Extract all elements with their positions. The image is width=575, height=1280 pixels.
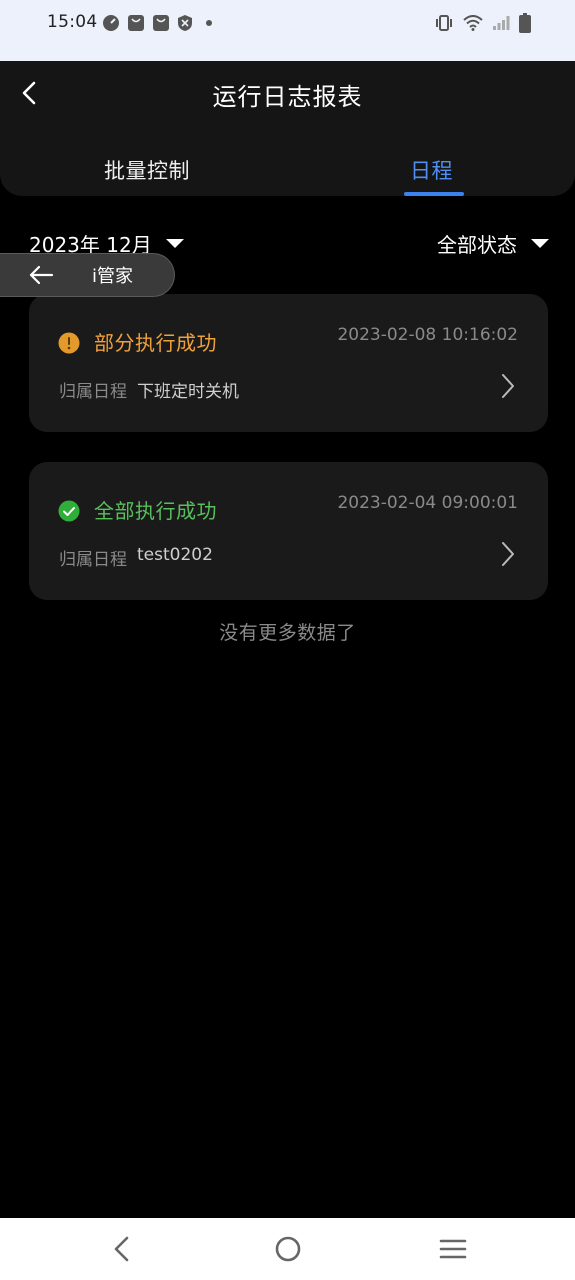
warning-icon	[58, 332, 80, 354]
assistant-back-pill[interactable]: i管家	[0, 253, 175, 297]
caret-down-icon	[531, 239, 549, 248]
more-notifications-dot	[206, 20, 212, 26]
assistant-label: i管家	[92, 266, 134, 287]
screen: 15:04 运行日志报表 批量控制 日程 2023年 12月 全部状态 部分执行…	[0, 0, 575, 1280]
caret-down-icon	[165, 239, 184, 248]
log-card[interactable]: 全部执行成功 2023-02-04 09:00:01 归属日程 test0202	[29, 462, 548, 600]
page-title: 运行日志报表	[212, 83, 363, 111]
chevron-right-icon	[502, 542, 514, 566]
schedule-label: 归属日程	[59, 550, 127, 570]
bag-icon	[128, 15, 144, 31]
arrow-left-icon	[29, 265, 54, 285]
log-timestamp: 2023-02-08 10:16:02	[337, 325, 518, 345]
app-header: 运行日志报表 批量控制 日程	[0, 61, 575, 196]
tab-schedule[interactable]: 日程	[410, 155, 453, 185]
list-end-message: 没有更多数据了	[219, 622, 356, 644]
nav-home-icon[interactable]	[274, 1235, 302, 1263]
log-card[interactable]: 部分执行成功 2023-02-08 10:16:02 归属日程 下班定时关机	[29, 294, 548, 432]
status-filter-dropdown[interactable]: 全部状态	[437, 229, 549, 258]
log-timestamp: 2023-02-04 09:00:01	[337, 493, 518, 513]
battery-icon	[519, 13, 531, 33]
wifi-icon	[463, 15, 483, 31]
signal-icon	[493, 16, 510, 30]
status-time: 15:04	[47, 12, 98, 32]
status-filter-label: 全部状态	[437, 233, 517, 257]
nav-back-icon[interactable]	[110, 1236, 134, 1262]
schedule-name: test0202	[137, 545, 213, 565]
shield-icon	[178, 15, 192, 31]
vibrate-icon	[436, 15, 452, 31]
notification-icons	[102, 14, 212, 32]
active-tab-indicator	[404, 192, 464, 196]
status-bar: 15:04	[0, 0, 575, 61]
schedule-label: 归属日程	[59, 382, 127, 402]
nav-menu-icon[interactable]	[439, 1238, 467, 1260]
chevron-right-icon	[502, 374, 514, 398]
speedometer-icon	[103, 15, 119, 31]
log-status: 部分执行成功	[94, 331, 217, 355]
log-status: 全部执行成功	[94, 499, 217, 523]
check-circle-icon	[58, 500, 80, 522]
system-nav-bar	[0, 1218, 575, 1280]
tab-batch-control[interactable]: 批量控制	[104, 155, 190, 185]
schedule-name: 下班定时关机	[137, 382, 239, 402]
system-icons	[434, 13, 531, 33]
bag-icon	[153, 15, 169, 31]
